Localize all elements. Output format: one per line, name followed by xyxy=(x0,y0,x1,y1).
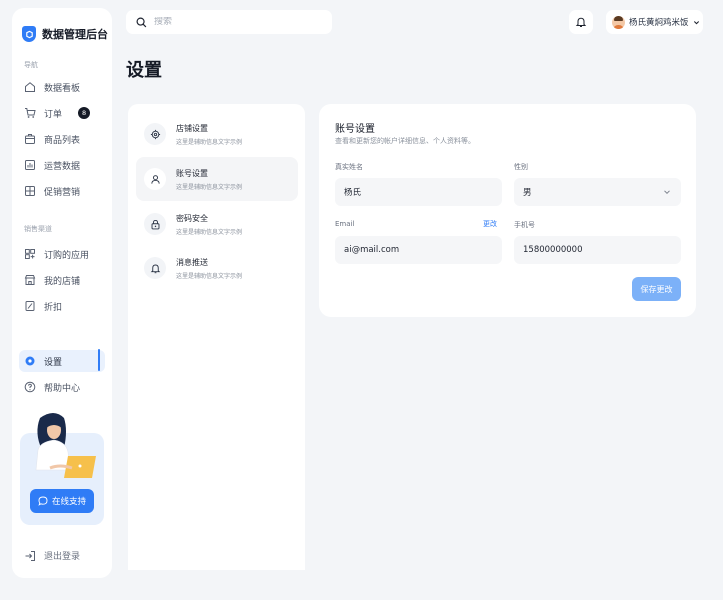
sidebar-item-label: 订单 xyxy=(44,109,63,120)
sidebar-item-label: 我的店铺 xyxy=(44,276,81,287)
sidebar-item-label: 帮助中心 xyxy=(44,383,81,394)
lock-icon xyxy=(144,213,166,235)
sidebar-item-help[interactable]: 帮助中心 xyxy=(19,376,105,398)
settings-nav-desc: 这里是辅助信息文字示例 xyxy=(176,272,243,280)
sidebar: 数据管理后台 导航 数据看板 订单 8 商品列表 运营数据 促销营销 销售渠道 … xyxy=(12,8,112,578)
search-icon xyxy=(136,17,147,27)
online-support-label: 在线支持 xyxy=(51,497,86,507)
search-input[interactable] xyxy=(154,17,314,27)
sidebar-item-operations[interactable]: 运营数据 xyxy=(19,154,105,176)
chart-icon xyxy=(25,160,35,170)
gender-value: 男 xyxy=(523,188,532,198)
settings-nav-account[interactable]: 账号设置 这里是辅助信息文字示例 xyxy=(136,157,298,201)
support-illustration xyxy=(35,413,96,478)
notifications-button[interactable] xyxy=(569,10,593,34)
nav-section-label: 导航 xyxy=(24,61,38,69)
chevron-down-icon xyxy=(693,20,699,24)
promo-icon xyxy=(25,186,35,196)
store-icon xyxy=(24,275,36,285)
settings-nav-notifications[interactable]: 消息推送 这里是辅助信息文字示例 xyxy=(136,246,298,290)
email-change-link[interactable]: 更改 xyxy=(483,219,497,229)
settings-nav-title: 店铺设置 xyxy=(176,123,208,133)
search-box[interactable] xyxy=(126,10,332,34)
orders-badge: 8 xyxy=(78,107,91,119)
settings-nav-desc: 这里是辅助信息文字示例 xyxy=(176,183,243,191)
discount-icon xyxy=(25,301,35,311)
user-menu[interactable]: 杨氏黄焖鸡米饭 xyxy=(606,10,703,34)
name-field[interactable] xyxy=(335,178,502,206)
gear-icon xyxy=(25,356,35,366)
chevron-down-icon xyxy=(664,190,670,195)
settings-nav-store[interactable]: 店铺设置 这里是辅助信息文字示例 xyxy=(136,112,298,156)
name-label: 真实姓名 xyxy=(335,163,363,171)
sidebar-item-label: 设置 xyxy=(44,357,63,368)
box-icon xyxy=(25,134,35,144)
bell-icon xyxy=(575,17,587,27)
home-icon xyxy=(25,82,35,92)
chat-icon xyxy=(38,496,48,506)
gender-select[interactable]: 男 xyxy=(514,178,681,206)
settings-nav-password[interactable]: 密码安全 这里是辅助信息文字示例 xyxy=(136,202,298,246)
sidebar-item-dashboard[interactable]: 数据看板 xyxy=(19,76,105,98)
brand-name: 数据管理后台 xyxy=(42,28,108,41)
sidebar-item-products[interactable]: 商品列表 xyxy=(19,128,105,150)
sidebar-item-label: 促销营销 xyxy=(44,187,81,198)
sidebar-item-apps[interactable]: 订购的应用 xyxy=(19,243,105,265)
sidebar-item-label: 商品列表 xyxy=(44,135,81,146)
brand[interactable]: 数据管理后台 xyxy=(22,26,108,42)
settings-nav-title: 消息推送 xyxy=(176,257,208,267)
user-name: 杨氏黄焖鸡米饭 xyxy=(629,18,689,28)
gear-icon xyxy=(144,123,166,145)
user-icon xyxy=(144,168,166,190)
online-support-button[interactable]: 在线支持 xyxy=(30,489,94,513)
avatar xyxy=(612,15,625,29)
settings-nav-desc: 这里是辅助信息文字示例 xyxy=(176,228,243,236)
sidebar-item-promotions[interactable]: 促销营销 xyxy=(19,180,105,202)
sales-section-label: 销售渠道 xyxy=(24,225,52,233)
sidebar-item-label: 折扣 xyxy=(44,302,63,313)
email-label: Email xyxy=(335,220,355,228)
apps-icon xyxy=(25,249,35,259)
sidebar-item-orders[interactable]: 订单 8 xyxy=(19,102,105,124)
panel-description: 查看和更新您的帐户详细信息、个人资料等。 xyxy=(335,137,475,145)
settings-nav: 店铺设置 这里是辅助信息文字示例 账号设置 这里是辅助信息文字示例 密码安全 这… xyxy=(128,104,305,570)
logout-label: 退出登录 xyxy=(44,552,81,562)
sidebar-item-settings[interactable]: 设置 xyxy=(19,350,105,372)
phone-label: 手机号 xyxy=(514,221,535,229)
account-settings-panel: 账号设置 查看和更新您的帐户详细信息、个人资料等。 真实姓名 性别 男 Emai… xyxy=(319,104,696,317)
sidebar-item-label: 订购的应用 xyxy=(44,250,90,261)
sidebar-item-label: 数据看板 xyxy=(44,83,81,94)
bell-icon xyxy=(144,257,166,279)
sidebar-item-label: 运营数据 xyxy=(44,161,81,172)
active-indicator xyxy=(98,349,100,371)
save-button[interactable]: 保存更改 xyxy=(632,277,681,301)
sidebar-item-store[interactable]: 我的店铺 xyxy=(19,269,105,291)
gender-label: 性别 xyxy=(514,163,528,171)
page-title: 设置 xyxy=(126,60,162,81)
sidebar-item-discount[interactable]: 折扣 xyxy=(19,295,105,317)
email-field[interactable] xyxy=(335,236,502,264)
logo-icon xyxy=(22,26,36,42)
panel-title: 账号设置 xyxy=(335,124,375,135)
logout-button[interactable]: 退出登录 xyxy=(24,549,80,562)
help-icon xyxy=(24,381,36,393)
phone-field[interactable] xyxy=(514,236,681,264)
cart-icon xyxy=(25,108,36,118)
settings-nav-title: 密码安全 xyxy=(176,213,208,223)
settings-nav-desc: 这里是辅助信息文字示例 xyxy=(176,138,243,146)
logout-icon xyxy=(25,550,35,561)
settings-nav-title: 账号设置 xyxy=(176,168,208,178)
